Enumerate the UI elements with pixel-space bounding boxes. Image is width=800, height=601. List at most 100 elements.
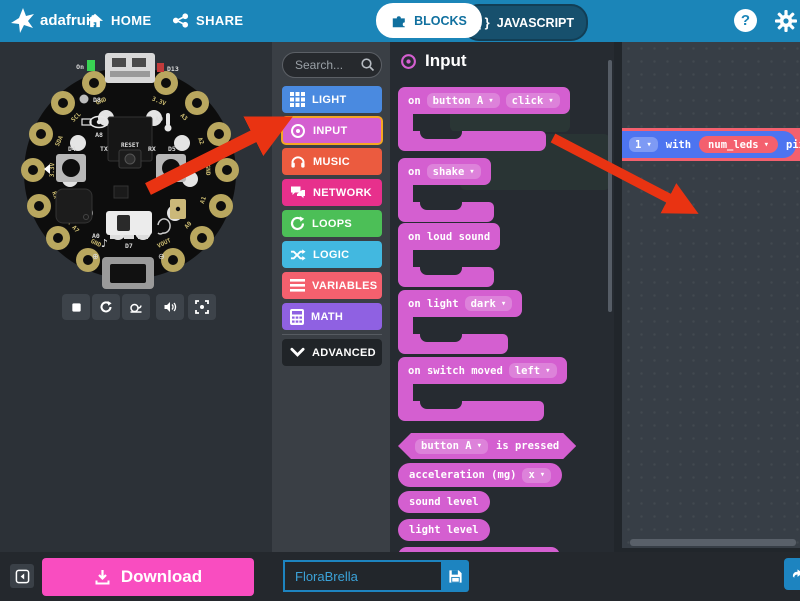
save-button[interactable] <box>441 560 469 592</box>
category-label: LIGHT <box>312 94 347 106</box>
block-on-light[interactable]: on light dark <box>398 290 522 354</box>
shuffle-icon <box>290 248 306 262</box>
workspace[interactable]: 1 with num_leds pixels <box>622 42 800 552</box>
block-set-strip[interactable]: 1 with num_leds pixels <box>622 128 800 161</box>
d8-led <box>80 95 89 104</box>
chat-bubbles-icon <box>290 185 306 200</box>
block-label: is pressed <box>496 440 559 452</box>
d13-led <box>157 63 164 72</box>
block-on-button-click[interactable]: on button A click <box>398 87 570 151</box>
help-button[interactable]: ? <box>734 9 757 32</box>
stop-icon <box>70 301 83 314</box>
makecode-editor: adafruit HOME SHARE JAVASCRIPT BLOCKS <box>0 0 800 601</box>
block-label: with <box>666 139 691 151</box>
category-label: MUSIC <box>313 156 350 168</box>
block-label: light level <box>409 524 479 536</box>
block-button-is-pressed[interactable]: button A is pressed <box>398 433 576 459</box>
pin-dropdown[interactable]: 1 <box>629 137 658 152</box>
sim-stop-button[interactable] <box>62 294 90 320</box>
download-button[interactable]: Download <box>42 558 254 596</box>
category-math[interactable]: MATH <box>282 303 382 330</box>
share-icon <box>172 12 189 29</box>
grid-icon <box>290 92 305 107</box>
power-led-label: On <box>76 63 84 71</box>
category-light[interactable]: LIGHT <box>282 86 382 113</box>
category-label: MATH <box>311 311 343 323</box>
gear-icon <box>774 9 798 33</box>
toolbox-search[interactable] <box>282 52 382 78</box>
download-label: Download <box>121 567 202 587</box>
a8-label: A8 <box>95 131 103 139</box>
accelerometer-chip <box>114 186 128 198</box>
tab-blocks[interactable]: BLOCKS <box>376 3 482 38</box>
list-icon <box>290 279 305 292</box>
bottom-bar: Download <box>0 552 800 601</box>
category-input[interactable]: INPUT <box>282 117 382 144</box>
category-loops[interactable]: LOOPS <box>282 210 382 237</box>
button-b[interactable] <box>156 154 186 182</box>
category-label: INPUT <box>313 125 348 137</box>
toolbox: LIGHT INPUT MUSIC NETWORK <box>272 42 390 552</box>
block-sound-level[interactable]: sound level <box>398 491 490 513</box>
flyout-title: Input <box>425 51 467 71</box>
block-on-shake[interactable]: on shake <box>398 158 494 222</box>
sim-sound-button[interactable] <box>156 294 184 320</box>
corner-action-button[interactable] <box>784 558 800 590</box>
puzzle-icon <box>391 13 407 29</box>
event-dropdown[interactable]: click <box>506 93 560 108</box>
variable-dropdown[interactable]: num_leds <box>699 136 778 153</box>
button-a[interactable] <box>56 154 86 182</box>
search-icon <box>360 57 375 72</box>
a9-label: A9 <box>155 115 163 123</box>
project-name-input[interactable] <box>283 560 441 592</box>
reset-button[interactable] <box>119 150 141 168</box>
block-label: on <box>408 95 421 107</box>
sim-restart-button[interactable] <box>92 294 120 320</box>
category-logic[interactable]: LOGIC <box>282 241 382 268</box>
calculator-icon <box>290 309 304 325</box>
download-icon <box>94 569 111 585</box>
header-bar: adafruit HOME SHARE JAVASCRIPT BLOCKS <box>0 0 800 42</box>
gesture-dropdown[interactable]: shake <box>427 164 481 179</box>
d4-label: D4 <box>68 145 76 153</box>
home-label: HOME <box>111 13 152 28</box>
horizontal-scrollbar[interactable] <box>630 539 796 546</box>
power-led <box>87 60 95 71</box>
input-flyout: Input on button A click on shake on <box>390 42 622 552</box>
block-create-strip[interactable]: 1 with num_leds pixels <box>622 131 796 158</box>
svg-text:GND: GND <box>204 164 211 175</box>
block-acceleration[interactable]: acceleration (mg) x <box>398 463 562 487</box>
settings-button[interactable] <box>774 9 798 38</box>
battery-minus-label: ⊖ <box>158 252 165 261</box>
headphones-icon <box>290 154 306 169</box>
sim-fullscreen-button[interactable] <box>188 294 216 320</box>
adafruit-logo[interactable]: adafruit <box>10 7 95 33</box>
block-on-loud-sound[interactable]: on loud sound <box>398 223 500 287</box>
sim-slowmo-button[interactable] <box>122 294 150 320</box>
axis-dropdown[interactable]: x <box>522 468 551 483</box>
category-network[interactable]: NETWORK <box>282 179 382 206</box>
speaker <box>56 189 92 223</box>
usb-connector <box>105 53 155 83</box>
block-light-level[interactable]: light level <box>398 519 490 541</box>
block-on-switch-moved[interactable]: on switch moved left <box>398 357 567 421</box>
flyout-scrollbar[interactable] <box>608 60 612 312</box>
category-variables[interactable]: VARIABLES <box>282 272 382 299</box>
share-button[interactable]: SHARE <box>172 12 244 29</box>
button-dropdown[interactable]: button A <box>415 439 488 454</box>
category-label: LOGIC <box>313 249 349 261</box>
slide-switch[interactable] <box>106 211 152 239</box>
category-label: VARIABLES <box>312 280 377 292</box>
battery-connector <box>102 257 154 289</box>
home-button[interactable]: HOME <box>86 12 152 28</box>
collapse-left-icon <box>15 569 30 584</box>
button-dropdown[interactable]: button A <box>427 93 500 108</box>
collapse-simulator-button[interactable] <box>10 564 34 588</box>
restart-icon <box>99 300 113 314</box>
light-condition-dropdown[interactable]: dark <box>465 296 513 311</box>
category-music[interactable]: MUSIC <box>282 148 382 175</box>
category-label: LOOPS <box>312 218 352 230</box>
block-label: pixels <box>786 139 800 151</box>
category-advanced[interactable]: ADVANCED <box>282 339 382 366</box>
switch-direction-dropdown[interactable]: left <box>509 363 557 378</box>
